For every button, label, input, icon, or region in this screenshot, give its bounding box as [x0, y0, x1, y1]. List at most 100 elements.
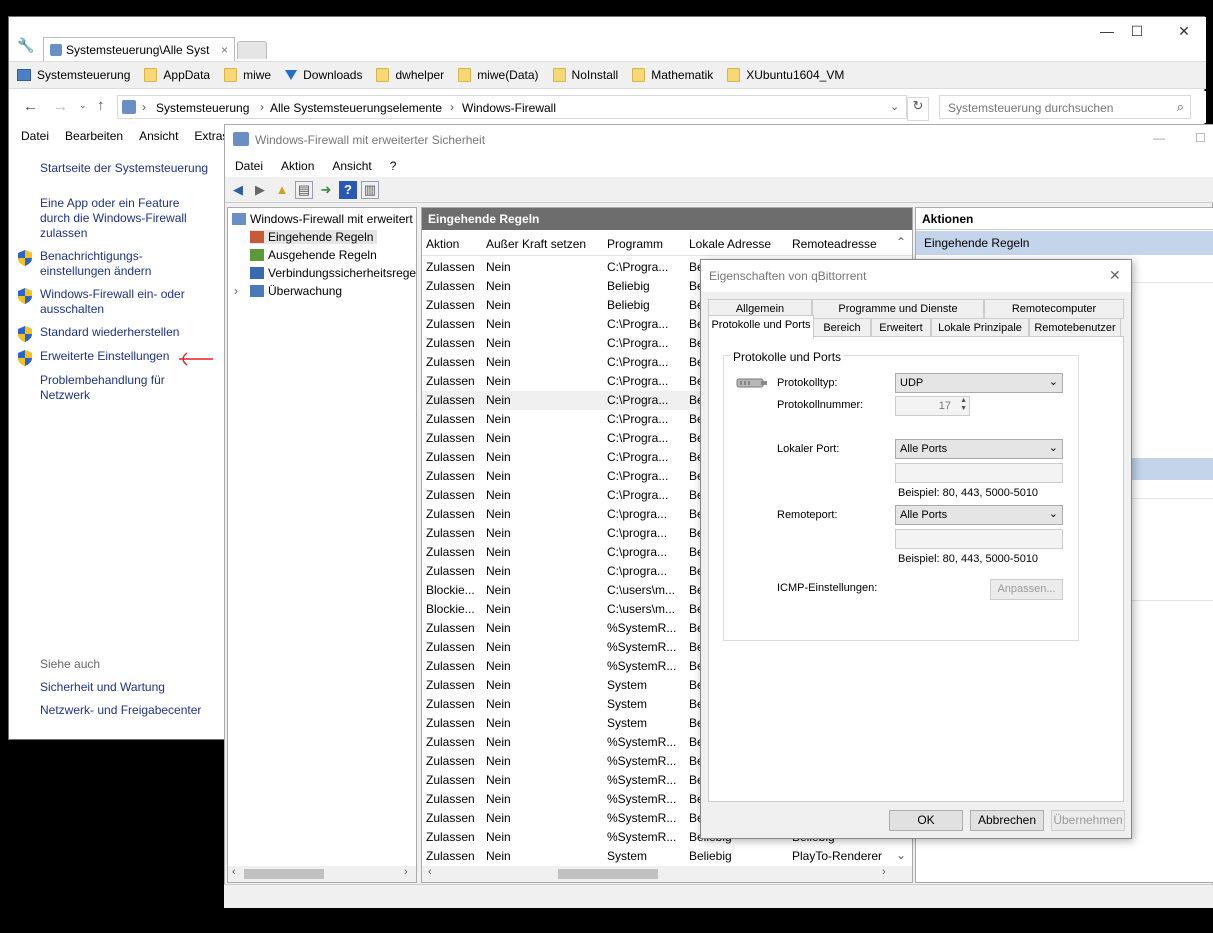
tab-programme-dienste[interactable]: Programme und Dienste — [812, 299, 984, 319]
scroll-thumb[interactable] — [244, 869, 324, 879]
menu-bearbeiten[interactable]: Bearbeiten — [65, 129, 123, 143]
refresh-icon[interactable]: ↻ — [907, 97, 929, 121]
address-bar[interactable]: › Systemsteuerung › Alle Systemsteuerung… — [117, 95, 907, 119]
up-folder-icon[interactable]: ▲ — [273, 181, 291, 199]
search-input[interactable]: Systemsteuerung durchsuchen ⌕ — [939, 95, 1191, 119]
apply-button[interactable]: Übernehmen — [1051, 810, 1125, 831]
export-icon[interactable]: ➜ — [317, 181, 335, 199]
tab-remotecomputer[interactable]: Remotecomputer — [984, 299, 1124, 319]
tree-root[interactable]: Windows-Firewall mit erweitert — [232, 212, 413, 226]
scroll-up-icon[interactable]: ⌃ — [896, 235, 906, 249]
forward-icon[interactable]: → — [53, 98, 68, 115]
tab-erweitert[interactable]: Erweitert — [871, 318, 931, 338]
fav-label: XUbuntu1604_VM — [746, 68, 845, 82]
scroll-down-icon[interactable]: ⌄ — [896, 848, 906, 862]
actions-section[interactable]: Eingehende Regeln — [916, 231, 1213, 255]
minimize-icon[interactable]: — — [1153, 131, 1165, 145]
protocol-number-stepper[interactable]: 17 ▲ ▼ — [895, 396, 970, 416]
tab-remotebenutzer[interactable]: Remotebenutzer — [1029, 318, 1121, 338]
maximize-icon[interactable]: ☐ — [1122, 23, 1152, 40]
breadcrumb-item[interactable]: Systemsteuerung — [156, 101, 249, 115]
tab-bereich[interactable]: Bereich — [813, 318, 871, 338]
recent-dropdown-icon[interactable]: ⌄ — [79, 100, 87, 111]
tab-protokolle-ports[interactable]: Protokolle und Ports — [708, 315, 814, 339]
menu-datei[interactable]: Datei — [21, 129, 49, 143]
table-cell: Nein — [486, 355, 511, 369]
remote-port-input[interactable] — [895, 529, 1063, 549]
back-icon[interactable]: ← — [23, 98, 38, 115]
wrench-icon[interactable]: 🔧 — [17, 37, 34, 54]
help-icon[interactable]: ? — [339, 180, 357, 199]
table-cell: C:\progra... — [607, 526, 668, 540]
horizontal-scrollbar[interactable]: ‹ › — [422, 866, 912, 882]
scroll-left-icon[interactable]: ‹ — [232, 866, 236, 878]
show-action-pane-icon[interactable]: ▥ — [361, 180, 379, 199]
table-cell: Zulassen — [426, 488, 475, 502]
column-header[interactable]: Aktion — [426, 237, 459, 251]
table-cell: Nein — [486, 260, 511, 274]
fav-item[interactable]: AppData — [144, 68, 210, 82]
column-header[interactable]: Programm — [607, 237, 663, 251]
link-allow-app[interactable]: Eine App oder ein Feature durch die Wind… — [40, 196, 200, 241]
show-hide-tree-icon[interactable]: ▤ — [295, 180, 313, 199]
scroll-thumb[interactable] — [558, 869, 658, 879]
fav-item[interactable]: Systemsteuerung — [17, 68, 130, 82]
address-dropdown-icon[interactable]: ⌄ — [890, 100, 899, 113]
fav-item[interactable]: Mathematik — [632, 68, 713, 82]
link-troubleshoot[interactable]: Problembehandlung für Netzwerk — [40, 373, 180, 403]
fav-item[interactable]: NoInstall — [552, 68, 618, 82]
link-security-maintenance[interactable]: Sicherheit und Wartung — [40, 680, 210, 695]
link-network-center[interactable]: Netzwerk- und Freigabecenter — [40, 703, 210, 718]
tab-close-icon[interactable]: × — [221, 43, 228, 57]
menu-datei[interactable]: Datei — [235, 159, 263, 173]
table-row[interactable]: Zulassen Nein System Beliebig PlayTo-Rendere… — [422, 847, 912, 866]
scroll-left-icon[interactable]: ‹ — [428, 866, 432, 878]
table-cell: Zulassen — [426, 526, 475, 540]
close-icon[interactable]: ✕ — [1109, 267, 1121, 284]
menu-aktion[interactable]: Aktion — [281, 159, 314, 173]
cancel-button[interactable]: Abbrechen — [970, 810, 1044, 831]
menu-help[interactable]: ? — [390, 159, 397, 173]
column-header[interactable]: Außer Kraft setzen — [486, 237, 586, 251]
scroll-right-icon[interactable]: › — [404, 866, 408, 878]
icmp-customize-button[interactable]: Anpassen... — [990, 579, 1063, 600]
scroll-right-icon[interactable]: › — [882, 866, 886, 878]
fav-item[interactable]: Downloads — [285, 68, 362, 82]
fav-item[interactable]: dwhelper — [376, 68, 444, 82]
maximize-icon[interactable]: ☐ — [1195, 131, 1206, 145]
expand-icon[interactable]: › — [234, 284, 246, 298]
ok-button[interactable]: OK — [889, 810, 963, 831]
menu-ansicht[interactable]: Ansicht — [139, 129, 178, 143]
horizontal-scrollbar[interactable]: ‹ › — [228, 866, 416, 882]
fav-item[interactable]: miwe — [224, 68, 271, 82]
local-port-select[interactable]: Alle Ports ⌄ — [895, 439, 1063, 459]
close-icon[interactable]: ✕ — [1169, 23, 1199, 40]
local-port-input[interactable] — [895, 463, 1063, 483]
fav-item[interactable]: miwe(Data) — [458, 68, 539, 82]
tree-connection-security[interactable]: Verbindungssicherheitsrege — [250, 266, 416, 280]
forward-icon[interactable]: ▶ — [251, 181, 269, 199]
spin-arrows-icon[interactable]: ▲ ▼ — [960, 397, 967, 413]
link-home[interactable]: Startseite der Systemsteuerung — [40, 161, 210, 176]
menu-ansicht[interactable]: Ansicht — [332, 159, 371, 173]
tab-lokale-prinzipale[interactable]: Lokale Prinzipale — [931, 318, 1029, 338]
protocol-type-select[interactable]: UDP ⌄ — [895, 373, 1063, 393]
minimize-icon[interactable]: — — [1092, 23, 1122, 39]
link-notifications[interactable]: Benachrichtigungs-einstellungen ändern — [40, 249, 170, 279]
link-firewall-onoff[interactable]: Windows-Firewall ein- oder ausschalten — [40, 287, 200, 317]
tree-outbound[interactable]: Ausgehende Regeln — [250, 248, 377, 262]
column-header[interactable]: Lokale Adresse — [689, 237, 771, 251]
tree-monitoring[interactable]: › Überwachung — [234, 284, 342, 298]
column-header[interactable]: Remoteadresse — [792, 237, 877, 251]
breadcrumb-item[interactable]: Windows-Firewall — [462, 101, 556, 115]
back-icon[interactable]: ◀ — [229, 181, 247, 199]
tab-control-panel[interactable]: Systemsteuerung\Alle Syst × — [43, 37, 235, 61]
tree-inbound[interactable]: Eingehende Regeln — [250, 230, 378, 244]
fav-item[interactable]: XUbuntu1604_VM — [727, 68, 844, 82]
new-tab-button[interactable] — [237, 41, 267, 59]
table-cell: Nein — [486, 545, 511, 559]
link-restore-defaults[interactable]: Standard wiederherstellen — [40, 325, 210, 340]
breadcrumb-item[interactable]: Alle Systemsteuerungselemente — [270, 101, 442, 115]
remote-port-select[interactable]: Alle Ports ⌄ — [895, 505, 1063, 525]
up-icon[interactable]: ↑ — [97, 97, 105, 114]
